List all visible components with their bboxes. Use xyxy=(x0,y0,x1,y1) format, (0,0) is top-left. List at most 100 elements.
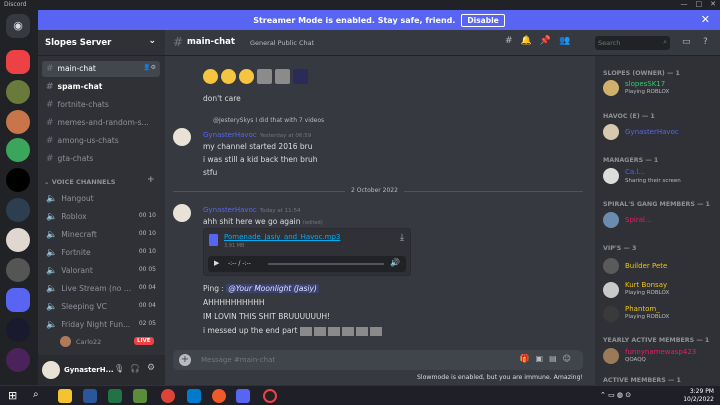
reply-preview[interactable]: @JesterySkys I did that with 7 videos xyxy=(213,117,324,124)
gif-icon[interactable]: ▣ xyxy=(536,354,550,363)
avatar[interactable] xyxy=(603,282,619,298)
microphone-icon[interactable]: 🎙 xyxy=(114,364,124,373)
channel-main-chat[interactable]: # main-chat 👤⚙ xyxy=(42,61,160,77)
minecraft-icon[interactable] xyxy=(133,389,147,403)
close-icon[interactable]: ✕ xyxy=(701,13,710,26)
member-name[interactable]: GynasterHavoc xyxy=(625,128,679,136)
channel-spam-chat[interactable]: # spam-chat xyxy=(42,79,160,95)
server-icon[interactable] xyxy=(6,50,30,74)
search-input[interactable]: Search ⌕ xyxy=(595,36,670,50)
download-icon[interactable]: ⤓ xyxy=(400,233,404,243)
voice-channel[interactable]: 🔈 Hangout xyxy=(42,191,160,207)
inbox-icon[interactable]: ▭ xyxy=(682,37,691,47)
minimize-icon[interactable]: — xyxy=(681,0,688,8)
server-icon[interactable] xyxy=(6,138,30,162)
user-count: 00 10 xyxy=(138,212,156,219)
excel-icon[interactable] xyxy=(108,389,122,403)
play-icon[interactable]: ▶ xyxy=(214,259,219,267)
server-icon[interactable] xyxy=(6,348,30,372)
server-icon[interactable] xyxy=(6,318,30,342)
voice-channel[interactable]: 🔈 Sleeping VC 00 04 xyxy=(42,299,160,315)
app-icon[interactable] xyxy=(212,389,226,403)
voice-channel[interactable]: 🔈 Roblox 00 10 xyxy=(42,209,160,225)
volume-icon[interactable]: 🔊 xyxy=(390,258,400,267)
server-icon[interactable] xyxy=(6,110,30,134)
avatar[interactable] xyxy=(603,124,619,140)
invite-icon[interactable]: 👤⚙ xyxy=(143,64,156,71)
member-name[interactable]: Phantom_ xyxy=(625,305,660,313)
avatar[interactable] xyxy=(603,168,619,184)
channel-fortnite-chats[interactable]: # fortnite-chats xyxy=(42,97,160,113)
audio-progress[interactable] xyxy=(268,263,384,265)
chevron-down-icon[interactable]: ⌄ xyxy=(148,36,156,46)
message-author[interactable]: GynasterHavoc xyxy=(203,131,257,139)
channel-label: Live Stream (no ... xyxy=(61,284,132,293)
member-name[interactable]: funnynamewasp423 xyxy=(625,348,696,356)
member-name[interactable]: Builder Pete xyxy=(625,262,667,270)
voice-category-header[interactable]: ⌄ VOICE CHANNELS + xyxy=(44,175,155,186)
server-header[interactable]: Slopes Server ⌄ xyxy=(38,30,165,56)
close-icon[interactable]: ✕ xyxy=(710,0,716,8)
avatar[interactable] xyxy=(603,80,619,96)
discord-icon[interactable] xyxy=(236,389,250,403)
emoji-icon[interactable]: ☺ xyxy=(563,354,577,363)
discord-home-icon[interactable]: ◉ xyxy=(6,14,30,38)
word-icon[interactable] xyxy=(83,389,97,403)
windows-start-icon[interactable]: ⊞ xyxy=(8,389,17,402)
voice-channel[interactable]: 🔈 Valorant 00 05 xyxy=(42,263,160,279)
folder-icon[interactable] xyxy=(6,288,30,312)
message-line: i messed up the end part xyxy=(203,326,298,335)
message-author[interactable]: GynasterHavoc xyxy=(203,206,257,214)
members-icon[interactable]: 👥 xyxy=(559,36,578,46)
pin-icon[interactable]: 📌 xyxy=(540,36,559,46)
add-attachment-icon[interactable]: + xyxy=(179,354,191,366)
avatar[interactable] xyxy=(173,204,191,222)
attachment-link[interactable]: Pomenade_Jasiy_and_Havoc.mp3 xyxy=(224,233,340,241)
role-mention[interactable]: @Your Moonlight (Jasiy) xyxy=(226,284,319,293)
member-name[interactable]: Ca.l... xyxy=(625,168,645,176)
vscode-icon[interactable] xyxy=(187,389,201,403)
server-icon[interactable] xyxy=(6,198,30,222)
live-badge: LIVE xyxy=(134,337,154,345)
member-name[interactable]: Spiral... xyxy=(625,216,652,224)
gift-icon[interactable]: 🎁 xyxy=(520,354,536,363)
avatar[interactable] xyxy=(42,361,60,379)
clock[interactable]: 3:29 PM 10/2/2022 xyxy=(683,388,714,404)
search-icon[interactable]: ⌕ xyxy=(33,389,39,400)
bell-icon[interactable]: 🔔 xyxy=(521,36,540,46)
voice-channel[interactable]: 🔈 Friday Night Fun... 02 05 xyxy=(42,317,160,333)
avatar[interactable] xyxy=(603,306,619,322)
channel-gta-chats[interactable]: # gta-chats xyxy=(42,151,160,167)
avatar[interactable] xyxy=(173,128,191,146)
server-icon[interactable] xyxy=(6,258,30,282)
chrome-icon[interactable] xyxy=(161,389,175,403)
voice-user[interactable]: Carlo22 LIVE xyxy=(60,336,160,350)
avatar[interactable] xyxy=(603,258,619,274)
avatar[interactable] xyxy=(603,348,619,364)
speaker-icon: 🔈 xyxy=(46,302,58,312)
message-input[interactable]: + Message #main-chat 🎁▣▤☺ xyxy=(173,350,583,370)
add-channel-icon[interactable]: + xyxy=(147,175,155,185)
sticker-icon[interactable]: ▤ xyxy=(549,354,563,363)
member-name[interactable]: Kurt Bonsay xyxy=(625,281,667,289)
server-icon[interactable] xyxy=(6,80,30,104)
maximize-icon[interactable]: □ xyxy=(696,0,703,8)
gear-icon[interactable]: ⚙ xyxy=(147,363,155,373)
threads-icon[interactable]: # xyxy=(505,36,521,46)
file-explorer-icon[interactable] xyxy=(58,389,72,403)
tray-icons[interactable]: ⌃ ▭ ◍ ⊙ xyxy=(600,391,631,399)
clock-date: 10/2/2022 xyxy=(683,396,714,403)
avatar[interactable] xyxy=(603,212,619,228)
member-name[interactable]: slopesSK17 xyxy=(625,80,665,88)
voice-channel[interactable]: 🔈 Minecraft 00 10 xyxy=(42,227,160,243)
obs-icon[interactable] xyxy=(263,389,277,403)
channel-among-us[interactable]: # among-us-chats xyxy=(42,133,160,149)
help-icon[interactable]: ? xyxy=(703,37,708,47)
server-icon[interactable] xyxy=(6,228,30,252)
headphones-icon[interactable]: 🎧 xyxy=(130,364,140,373)
disable-button[interactable]: Disable xyxy=(461,13,505,27)
voice-channel[interactable]: 🔈 Live Stream (no ... 00 04 xyxy=(42,281,160,297)
server-icon[interactable] xyxy=(6,168,30,192)
channel-memes[interactable]: # memes-and-random-s... xyxy=(42,115,160,131)
voice-channel[interactable]: 🔈 Fortnite 00 10 xyxy=(42,245,160,261)
